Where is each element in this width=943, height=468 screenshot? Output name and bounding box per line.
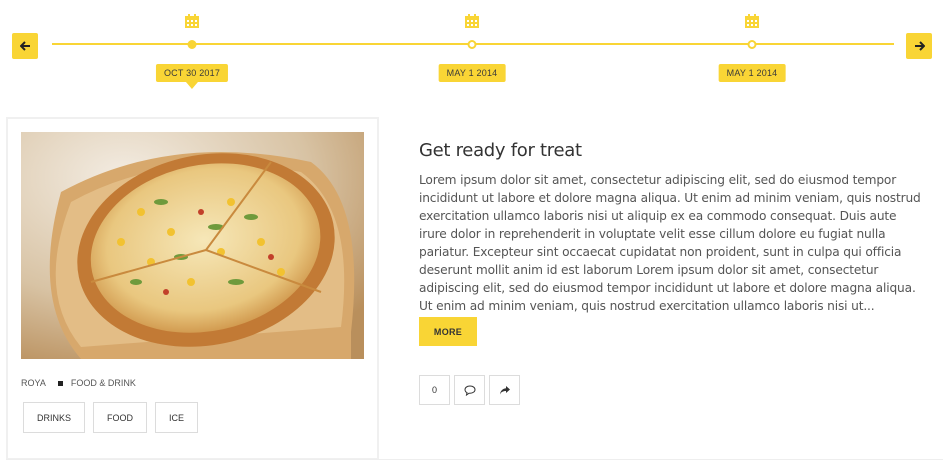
arrow-right-icon xyxy=(914,41,925,51)
calendar-icon xyxy=(465,14,479,28)
timeline-date: OCT 30 2017 xyxy=(155,64,229,82)
like-count-button[interactable]: 0 xyxy=(419,375,450,405)
tag-drinks[interactable]: DRINKS xyxy=(23,402,86,433)
timeline: OCT 30 2017 MAY 1 2014 MAY 1 2014 xyxy=(0,0,943,100)
comment-button[interactable] xyxy=(454,375,485,405)
arrow-left-icon xyxy=(19,41,30,51)
post-actions: 0 xyxy=(419,375,520,405)
divider xyxy=(6,459,943,460)
post-category[interactable]: FOOD & DRINK xyxy=(71,378,136,388)
timeline-date: MAY 1 2014 xyxy=(438,64,506,82)
post-image[interactable] xyxy=(21,132,364,359)
share-icon xyxy=(499,385,510,394)
timeline-point[interactable]: OCT 30 2017 xyxy=(142,0,242,100)
timeline-prev-button[interactable] xyxy=(12,33,38,59)
timeline-point[interactable]: MAY 1 2014 xyxy=(422,0,522,100)
timeline-next-button[interactable] xyxy=(906,33,932,59)
calendar-icon xyxy=(185,14,199,28)
meta-separator xyxy=(57,380,63,386)
timeline-dot[interactable] xyxy=(747,40,757,49)
calendar-icon xyxy=(745,14,759,28)
comment-icon xyxy=(463,384,476,396)
pizza-photo xyxy=(21,132,364,359)
post-title[interactable]: Get ready for treat xyxy=(419,140,924,161)
timeline-point[interactable]: MAY 1 2014 xyxy=(702,0,802,100)
post-content: Get ready for treat Lorem ipsum dolor si… xyxy=(419,140,924,315)
tag-list: DRINKS FOOD ICE xyxy=(23,402,199,433)
timeline-dot[interactable] xyxy=(187,40,197,49)
timeline-date: MAY 1 2014 xyxy=(718,64,786,82)
share-button[interactable] xyxy=(489,375,520,405)
tag-food[interactable]: FOOD xyxy=(93,402,148,433)
timeline-dot[interactable] xyxy=(467,40,477,49)
post-author[interactable]: ROYA xyxy=(21,378,46,388)
post-card: ROYA FOOD & DRINK DRINKS FOOD ICE xyxy=(6,117,379,460)
post-meta: ROYA FOOD & DRINK xyxy=(21,378,136,388)
more-button[interactable]: MORE xyxy=(419,317,477,346)
post-excerpt: Lorem ipsum dolor sit amet, consectetur … xyxy=(419,173,921,313)
tag-ice[interactable]: ICE xyxy=(155,402,199,433)
